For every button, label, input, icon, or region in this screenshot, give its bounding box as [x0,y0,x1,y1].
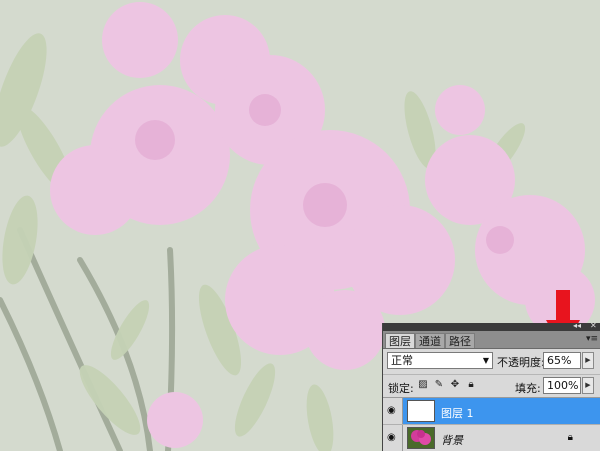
fill-input[interactable]: 100% [543,377,581,394]
fill-value: 100% [547,379,579,392]
panel-menu-icon[interactable]: ▾≡ [586,334,598,344]
close-icon[interactable]: ✕ [590,321,597,331]
tab-paths[interactable]: 路径 [445,333,475,348]
tab-layers[interactable]: 图层 [385,333,415,348]
fill-label: 填充: [515,382,541,395]
layer-row-background[interactable]: ◉ 背景 🔒︎ [383,424,600,451]
lock-label: 锁定: [388,382,414,395]
panel-tabs: 图层 通道 路径 ▾≡ [383,331,600,349]
opacity-input[interactable]: 65% [543,352,581,369]
visibility-toggle[interactable]: ◉ [383,425,403,451]
chevron-down-icon: ▼ [482,356,489,365]
fill-slider-button[interactable]: ▶ [582,377,594,394]
lock-all-icon[interactable]: 🔒︎ [465,379,477,391]
lock-row: 锁定: ▨ ✎ ✥ 🔒︎ 填充: 100% ▶ [383,375,600,398]
layer-name: 图层 1 [441,407,474,420]
layer-thumbnail-white [407,400,435,422]
collapse-icon[interactable]: ◂◂ [573,321,581,331]
layer-name: 背景 [441,434,463,447]
blend-mode-select[interactable]: 正常 ▼ [387,352,493,369]
eye-icon: ◉ [387,405,396,416]
layers-panel: ◂◂ ✕ 图层 通道 路径 ▾≡ 正常 ▼ 不透明度: 65% ▶ 锁定: ▨ … [382,321,600,451]
opacity-label: 不透明度: [497,356,545,369]
eye-icon: ◉ [387,432,396,443]
tab-channels[interactable]: 通道 [415,333,445,348]
opacity-slider-button[interactable]: ▶ [582,352,594,369]
visibility-toggle[interactable]: ◉ [383,398,403,424]
blend-row: 正常 ▼ 不透明度: 65% ▶ [383,348,600,375]
layer-row-layer1[interactable]: ◉ 图层 1 [383,398,600,424]
lock-brush-icon[interactable]: ✎ [433,379,445,391]
blend-mode-value: 正常 [391,354,413,367]
lock-transparency-icon[interactable]: ▨ [417,379,429,391]
lock-icon: 🔒︎ [567,432,573,443]
panel-title-bar: ◂◂ ✕ [383,321,600,331]
layer-thumbnail-photo [407,427,435,449]
lock-move-icon[interactable]: ✥ [449,379,461,391]
opacity-value: 65% [547,354,572,367]
